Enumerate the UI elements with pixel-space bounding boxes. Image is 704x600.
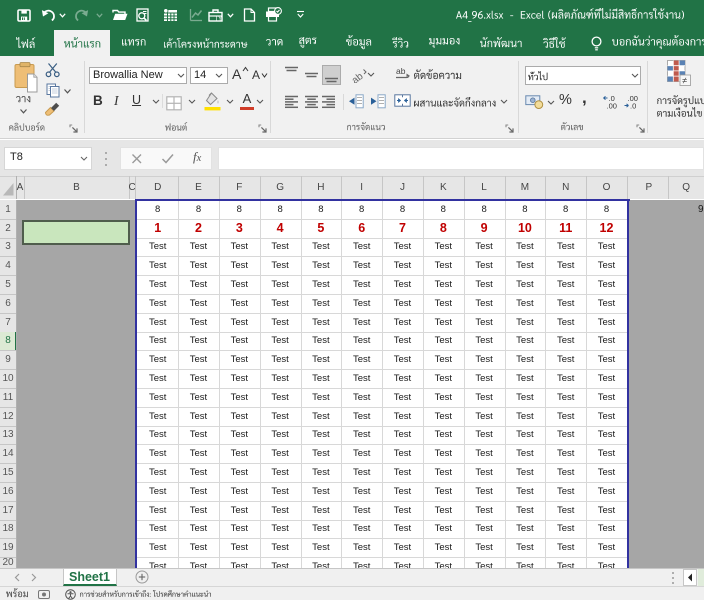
svg-text:.0: .0 bbox=[630, 102, 636, 110]
svg-text:.00: .00 bbox=[607, 102, 617, 110]
svg-text:TY: TY bbox=[215, 17, 223, 23]
svg-text:≠: ≠ bbox=[682, 76, 687, 86]
svg-text:ab: ab bbox=[351, 71, 366, 83]
svg-text:ab: ab bbox=[396, 66, 406, 76]
